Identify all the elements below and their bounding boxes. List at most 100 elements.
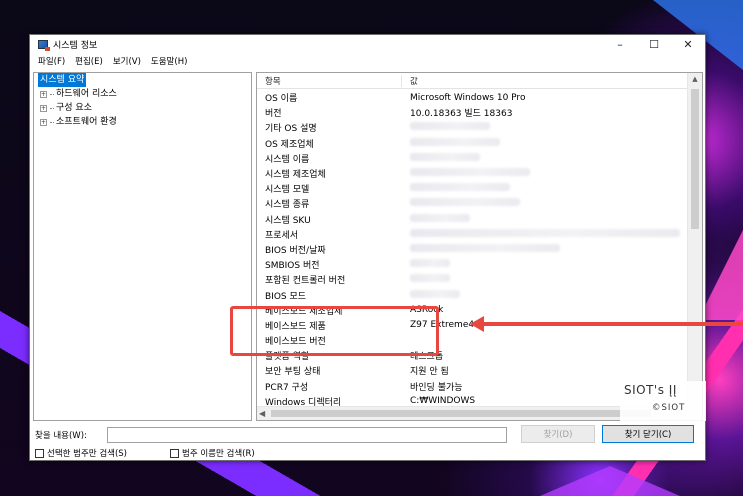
column-header-value[interactable]: 값 bbox=[402, 75, 418, 87]
table-row[interactable]: 포함된 컨트롤러 버전 bbox=[257, 272, 688, 287]
row-value bbox=[402, 228, 680, 240]
tree-item-software-environment[interactable]: + 소프트웨어 환경 bbox=[34, 115, 251, 129]
category-tree: 시스템 요약 + 하드웨어 리소스 + 구성 요소 + 소프트웨어 환경 bbox=[33, 72, 252, 421]
table-row[interactable]: 시스템 제조업체 bbox=[257, 166, 688, 181]
vertical-scrollbar[interactable]: ▲ bbox=[687, 73, 702, 407]
expand-plus-icon[interactable]: + bbox=[40, 104, 47, 112]
table-row[interactable]: OS 이름 Microsoft Windows 10 Pro bbox=[257, 90, 688, 105]
row-value bbox=[402, 152, 480, 164]
table-row[interactable]: 버전 10.0.18363 빌드 18363 bbox=[257, 105, 688, 120]
annotation-arrow-line bbox=[483, 322, 743, 326]
close-find-button[interactable]: 찾기 닫기(C) bbox=[602, 425, 694, 443]
table-row[interactable]: 베이스보드 버전 bbox=[257, 333, 688, 348]
tree-item-hardware-resources[interactable]: + 하드웨어 리소스 bbox=[34, 87, 251, 101]
row-key: 베이스보드 버전 bbox=[265, 337, 326, 348]
table-row[interactable]: BIOS 모드 bbox=[257, 287, 688, 302]
minimize-button[interactable]: – bbox=[603, 35, 637, 53]
system-info-window: 시스템 정보 – ☐ ✕ 파일(F) 편집(E) 보기(V) 도움말(H) 시스… bbox=[29, 34, 706, 461]
tree-item-system-summary[interactable]: 시스템 요약 bbox=[34, 73, 251, 87]
menu-help[interactable]: 도움말(H) bbox=[146, 55, 192, 67]
details-list: 항목 값 OS 이름 Microsoft Windows 10 Pro 버전 10.0… bbox=[256, 72, 703, 421]
row-key: 시스템 SKU bbox=[265, 215, 311, 226]
watermark-text: SIOT's ĮĮ bbox=[624, 383, 677, 397]
tree-item-components[interactable]: + 구성 요소 bbox=[34, 101, 251, 115]
redacted-value bbox=[410, 137, 500, 146]
scrollbar-thumb[interactable] bbox=[271, 410, 651, 417]
menu-edit[interactable]: 편집(E) bbox=[70, 55, 108, 67]
row-value: Z97 Extreme4 bbox=[410, 320, 475, 331]
row-key: 버전 bbox=[265, 109, 282, 120]
maximize-button[interactable]: ☐ bbox=[637, 35, 671, 53]
menu-file[interactable]: 파일(F) bbox=[33, 55, 70, 67]
scroll-left-icon[interactable]: ◀ bbox=[259, 407, 265, 420]
column-header-item[interactable]: 항목 bbox=[257, 74, 402, 87]
row-key: 플랫폼 역할 bbox=[265, 352, 310, 363]
row-value: C:₩WINDOWS bbox=[410, 396, 476, 407]
list-body: OS 이름 Microsoft Windows 10 Pro 버전 10.0.1836… bbox=[257, 90, 688, 409]
scrollbar-thumb[interactable] bbox=[691, 89, 699, 229]
row-key: BIOS 버전/날짜 bbox=[265, 245, 326, 256]
table-row[interactable]: 시스템 SKU bbox=[257, 212, 688, 227]
row-value bbox=[402, 137, 500, 149]
row-value bbox=[402, 183, 510, 194]
row-value bbox=[402, 168, 530, 179]
table-row[interactable]: 시스템 이름 bbox=[257, 151, 688, 166]
checkbox-label: 범주 이름만 검색(R) bbox=[182, 449, 255, 459]
table-row[interactable]: 프로세서 bbox=[257, 227, 688, 242]
row-key: 포함된 컨트롤러 버전 bbox=[265, 276, 346, 287]
scroll-up-icon[interactable]: ▲ bbox=[688, 73, 702, 85]
table-row[interactable]: 보안 부팅 상태 지원 안 됨 bbox=[257, 363, 688, 378]
find-button[interactable]: 찾기(D) bbox=[521, 425, 595, 443]
row-value bbox=[402, 213, 470, 225]
watermark-copyright: ©SIOT bbox=[652, 403, 686, 413]
table-row[interactable]: 기타 OS 설명 bbox=[257, 120, 688, 135]
row-value: 10.0.18363 빌드 18363 bbox=[410, 109, 513, 120]
row-value: ASRock bbox=[410, 305, 444, 316]
row-value bbox=[402, 259, 450, 270]
row-value: 데스크톱 bbox=[410, 352, 444, 363]
table-row[interactable]: 시스템 모델 bbox=[257, 181, 688, 196]
row-key: 보안 부팅 상태 bbox=[265, 367, 321, 378]
redacted-value bbox=[410, 152, 480, 161]
list-header: 항목 값 bbox=[257, 73, 702, 89]
row-value bbox=[402, 274, 450, 285]
search-category-names-option[interactable]: 범주 이름만 검색(R) bbox=[170, 447, 255, 459]
close-button[interactable]: ✕ bbox=[671, 35, 705, 53]
menu-view[interactable]: 보기(V) bbox=[108, 55, 146, 67]
row-key: BIOS 모드 bbox=[265, 291, 307, 302]
title-bar[interactable]: 시스템 정보 – ☐ ✕ bbox=[30, 35, 705, 53]
expand-plus-icon[interactable]: + bbox=[40, 90, 47, 98]
row-key: 시스템 이름 bbox=[265, 154, 310, 165]
checkbox[interactable] bbox=[170, 448, 179, 458]
row-value bbox=[402, 122, 490, 133]
redacted-value bbox=[410, 274, 450, 283]
row-key: SMBIOS 버전 bbox=[265, 261, 320, 272]
row-key: 프로세서 bbox=[265, 230, 299, 241]
row-key: OS 제조업체 bbox=[265, 139, 314, 150]
background-shape bbox=[540, 466, 680, 496]
row-value bbox=[402, 289, 460, 301]
checkbox[interactable] bbox=[35, 448, 44, 458]
table-row[interactable]: OS 제조업체 bbox=[257, 136, 688, 151]
tree-item-label: 시스템 요약 bbox=[38, 73, 87, 87]
redacted-value bbox=[410, 289, 460, 298]
redacted-value bbox=[410, 213, 470, 222]
row-key: 기타 OS 설명 bbox=[265, 124, 317, 135]
redacted-value bbox=[410, 183, 510, 192]
expand-plus-icon[interactable]: + bbox=[40, 118, 47, 126]
row-key: 시스템 모델 bbox=[265, 185, 310, 196]
find-bar: 찾을 내용(W): 찾기(D) 찾기 닫기(C) 선택한 범주만 검색(S) 범… bbox=[33, 425, 703, 459]
tree-connector bbox=[50, 93, 54, 95]
table-row[interactable]: 시스템 종류 bbox=[257, 196, 688, 211]
main-content: 시스템 요약 + 하드웨어 리소스 + 구성 요소 + 소프트웨어 환경 항목 … bbox=[33, 72, 703, 421]
row-value: 바인딩 불가능 bbox=[410, 382, 463, 393]
find-row: 찾을 내용(W): bbox=[35, 427, 507, 443]
table-row[interactable]: 플랫폼 역할 데스크톱 bbox=[257, 348, 688, 363]
tree-connector bbox=[50, 121, 54, 123]
row-value: Microsoft Windows 10 Pro bbox=[410, 92, 526, 103]
table-row[interactable]: BIOS 버전/날짜 bbox=[257, 242, 688, 257]
find-input[interactable] bbox=[107, 427, 507, 443]
table-row[interactable]: SMBIOS 버전 bbox=[257, 257, 688, 272]
search-selected-category-option[interactable]: 선택한 범주만 검색(S) bbox=[35, 447, 127, 459]
caption-buttons: – ☐ ✕ bbox=[603, 35, 705, 53]
